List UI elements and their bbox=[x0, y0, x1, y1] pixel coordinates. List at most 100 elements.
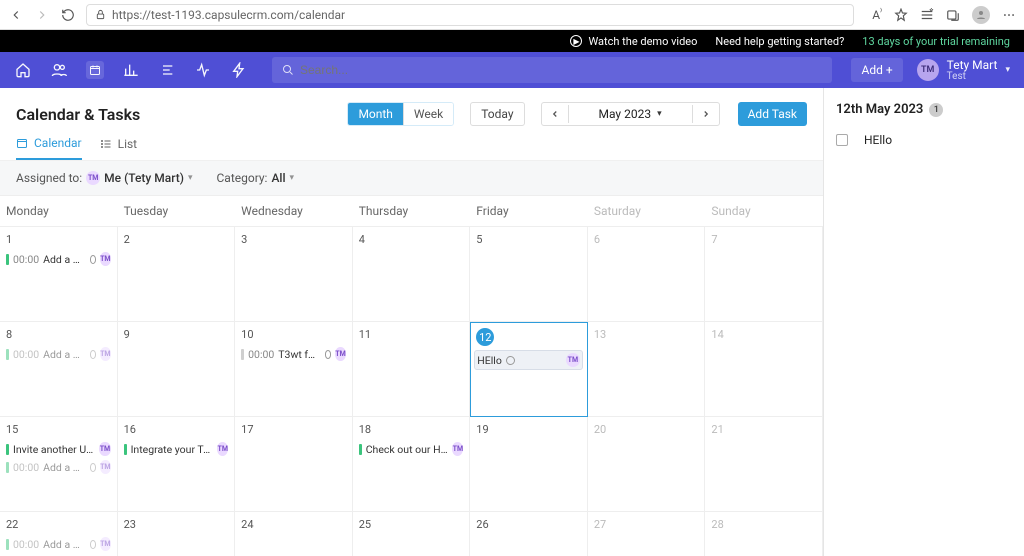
day-cell[interactable]: 28 bbox=[705, 512, 823, 556]
home-icon[interactable] bbox=[14, 61, 32, 79]
chevron-down-icon: ▾ bbox=[1005, 65, 1010, 75]
side-count-badge: 1 bbox=[929, 103, 943, 117]
calendar-event[interactable]: 00:00 Add a Conta...TM bbox=[4, 345, 113, 363]
user-name: Tety Mart bbox=[947, 59, 998, 71]
calendar-grid[interactable]: 100:00 Add a Conta...TM234567800:00 Add … bbox=[0, 227, 823, 556]
category-label: Category: bbox=[217, 171, 268, 185]
category-filter[interactable]: Category: All ▾ bbox=[217, 171, 295, 185]
day-cell[interactable]: 14 bbox=[705, 322, 823, 417]
calendar-event[interactable]: 00:00 Add a Conta...TM bbox=[4, 458, 113, 476]
event-title: Integrate your Tools f... bbox=[131, 443, 214, 456]
top-black-banner: ▶ Watch the demo video Need help getting… bbox=[0, 30, 1024, 52]
calendar-event[interactable]: Check out our Help C...TM bbox=[357, 440, 466, 458]
back-icon[interactable] bbox=[8, 7, 24, 23]
need-help-link[interactable]: Need help getting started? bbox=[715, 35, 844, 48]
calendar-event[interactable]: 00:00 T3wt for Ca...TM bbox=[239, 345, 348, 363]
day-cell[interactable]: 2 bbox=[118, 227, 236, 322]
dayname: Saturday bbox=[588, 196, 706, 226]
day-cell[interactable]: 16 Integrate your Tools f...TM bbox=[118, 417, 236, 512]
user-menu[interactable]: TM Tety Mart Test ▾ bbox=[917, 59, 1010, 82]
day-cell[interactable]: 21 bbox=[705, 417, 823, 512]
people-icon[interactable] bbox=[50, 61, 68, 79]
tab-calendar[interactable]: Calendar bbox=[16, 136, 82, 160]
search-box[interactable] bbox=[272, 57, 832, 83]
search-input[interactable] bbox=[300, 63, 822, 77]
view-week[interactable]: Week bbox=[404, 103, 453, 125]
calendar-event[interactable]: HElloTM bbox=[474, 350, 583, 370]
day-cell[interactable]: 17 bbox=[235, 417, 353, 512]
event-title: Invite another User f... bbox=[13, 443, 95, 456]
day-cell[interactable]: 1000:00 T3wt for Ca...TM bbox=[235, 322, 353, 417]
page-title: Calendar & Tasks bbox=[16, 105, 337, 124]
day-cell[interactable]: 3 bbox=[235, 227, 353, 322]
day-number: 20 bbox=[592, 421, 701, 440]
forward-icon[interactable] bbox=[34, 7, 50, 23]
calendar-event[interactable]: Integrate your Tools f...TM bbox=[122, 440, 231, 458]
add-task-button[interactable]: Add Task bbox=[738, 102, 807, 126]
repeat-icon bbox=[90, 255, 97, 264]
day-cell[interactable]: 5 bbox=[470, 227, 588, 322]
activity-icon[interactable] bbox=[194, 61, 212, 79]
day-cell[interactable]: 24 bbox=[235, 512, 353, 556]
next-month-button[interactable] bbox=[692, 105, 719, 123]
event-accent bbox=[6, 444, 9, 455]
collections-icon[interactable] bbox=[946, 8, 960, 22]
side-task-item[interactable]: HEllo bbox=[836, 133, 1012, 147]
read-aloud-icon[interactable]: A⁾ bbox=[872, 7, 882, 22]
day-cell[interactable]: 12 HElloTM bbox=[470, 322, 588, 417]
week-row: 2200:00 Add a Conta...TM232425262728 bbox=[0, 512, 823, 556]
day-cell[interactable]: 23 bbox=[118, 512, 236, 556]
day-cell[interactable]: 13 bbox=[588, 322, 706, 417]
day-cell[interactable]: 20 bbox=[588, 417, 706, 512]
list-nav-icon[interactable] bbox=[158, 61, 176, 79]
tm-badge-icon: TM bbox=[100, 347, 110, 361]
favorites-bar-icon[interactable] bbox=[920, 8, 934, 22]
list-tab-icon bbox=[100, 138, 112, 150]
day-number: 12 bbox=[474, 326, 583, 350]
day-number: 15 bbox=[4, 421, 113, 440]
day-cell[interactable]: 7 bbox=[705, 227, 823, 322]
watch-demo-link[interactable]: ▶ Watch the demo video bbox=[570, 35, 697, 48]
prev-month-button[interactable] bbox=[542, 105, 569, 123]
day-cell[interactable]: 4 bbox=[353, 227, 471, 322]
day-cell[interactable]: 27 bbox=[588, 512, 706, 556]
day-number: 22 bbox=[4, 516, 113, 535]
event-accent bbox=[124, 444, 127, 455]
calendar-icon[interactable] bbox=[86, 61, 104, 79]
day-cell[interactable]: 26 bbox=[470, 512, 588, 556]
day-cell[interactable]: 15 Invite another User f...TM00:00 Add a… bbox=[0, 417, 118, 512]
day-cell[interactable]: 800:00 Add a Conta...TM bbox=[0, 322, 118, 417]
view-month[interactable]: Month bbox=[348, 103, 403, 125]
day-cell[interactable]: 2200:00 Add a Conta...TM bbox=[0, 512, 118, 556]
day-cell[interactable]: 100:00 Add a Conta...TM bbox=[0, 227, 118, 322]
day-cell[interactable]: 6 bbox=[588, 227, 706, 322]
day-cell[interactable]: 25 bbox=[353, 512, 471, 556]
more-icon[interactable] bbox=[1002, 8, 1016, 22]
reports-icon[interactable] bbox=[122, 61, 140, 79]
event-time: 00:00 bbox=[13, 538, 39, 551]
dayname: Sunday bbox=[705, 196, 823, 226]
today-button[interactable]: Today bbox=[470, 102, 524, 126]
assigned-filter[interactable]: Assigned to: TM Me (Tety Mart) ▾ bbox=[16, 171, 193, 185]
day-cell[interactable]: 18 Check out our Help C...TM bbox=[353, 417, 471, 512]
bolt-icon[interactable] bbox=[230, 61, 248, 79]
tab-list[interactable]: List bbox=[100, 136, 138, 160]
checkbox[interactable] bbox=[836, 134, 848, 146]
calendar-event[interactable]: 00:00 Add a Conta...TM bbox=[4, 250, 113, 268]
day-cell[interactable]: 9 bbox=[118, 322, 236, 417]
day-number: 27 bbox=[592, 516, 701, 535]
calendar-event[interactable]: 00:00 Add a Conta...TM bbox=[4, 535, 113, 553]
repeat-icon bbox=[90, 540, 97, 549]
refresh-icon[interactable] bbox=[60, 7, 76, 23]
address-field[interactable]: https://test-1193.capsulecrm.com/calenda… bbox=[86, 4, 854, 26]
favorite-icon[interactable] bbox=[894, 8, 908, 22]
event-accent bbox=[241, 349, 244, 360]
day-cell[interactable]: 11 bbox=[353, 322, 471, 417]
calendar-event[interactable]: Invite another User f...TM bbox=[4, 440, 113, 458]
add-button[interactable]: Add + bbox=[851, 58, 902, 82]
day-cell[interactable]: 19 bbox=[470, 417, 588, 512]
month-label-button[interactable]: May 2023▾ bbox=[569, 103, 692, 125]
profile-icon[interactable] bbox=[972, 6, 990, 24]
url-text: https://test-1193.capsulecrm.com/calenda… bbox=[112, 8, 345, 22]
event-time: 00:00 bbox=[13, 253, 39, 266]
